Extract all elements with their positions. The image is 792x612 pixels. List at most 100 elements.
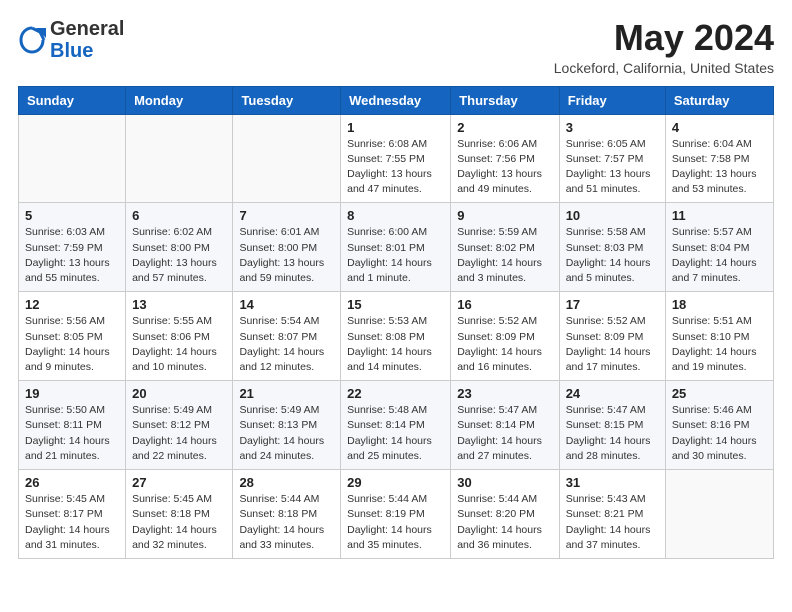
calendar-day-cell: 29 Sunrise: 5:44 AMSunset: 8:19 PMDayligh… — [341, 470, 451, 559]
day-number: 18 — [672, 297, 767, 312]
calendar-day-cell: 28 Sunrise: 5:44 AMSunset: 8:18 PMDayligh… — [233, 470, 341, 559]
day-number: 17 — [566, 297, 659, 312]
day-number: 4 — [672, 120, 767, 135]
day-info: Sunrise: 6:02 AMSunset: 8:00 PMDaylight:… — [132, 225, 226, 286]
calendar-day-cell: 18 Sunrise: 5:51 AMSunset: 8:10 PMDayligh… — [665, 292, 773, 381]
day-info: Sunrise: 6:00 AMSunset: 8:01 PMDaylight:… — [347, 225, 444, 286]
title-block: May 2024 Lockeford, California, United S… — [554, 18, 774, 76]
logo-blue: Blue — [50, 40, 93, 62]
day-number: 20 — [132, 386, 226, 401]
day-info: Sunrise: 5:51 AMSunset: 8:10 PMDaylight:… — [672, 314, 767, 375]
day-info: Sunrise: 6:08 AMSunset: 7:55 PMDaylight:… — [347, 137, 444, 198]
weekday-header: Thursday — [451, 86, 559, 114]
header: General Blue May 2024 Lockeford, Califor… — [18, 18, 774, 76]
calendar-day-cell — [233, 114, 341, 203]
calendar-day-cell: 8 Sunrise: 6:00 AMSunset: 8:01 PMDaylight… — [341, 203, 451, 292]
day-info: Sunrise: 6:01 AMSunset: 8:00 PMDaylight:… — [239, 225, 334, 286]
calendar-day-cell: 15 Sunrise: 5:53 AMSunset: 8:08 PMDayligh… — [341, 292, 451, 381]
day-info: Sunrise: 5:49 AMSunset: 8:12 PMDaylight:… — [132, 403, 226, 464]
day-number: 14 — [239, 297, 334, 312]
day-number: 16 — [457, 297, 552, 312]
day-info: Sunrise: 6:05 AMSunset: 7:57 PMDaylight:… — [566, 137, 659, 198]
day-info: Sunrise: 5:57 AMSunset: 8:04 PMDaylight:… — [672, 225, 767, 286]
day-number: 28 — [239, 475, 334, 490]
day-info: Sunrise: 5:43 AMSunset: 8:21 PMDaylight:… — [566, 492, 659, 553]
day-info: Sunrise: 5:44 AMSunset: 8:20 PMDaylight:… — [457, 492, 552, 553]
calendar-week-row: 12 Sunrise: 5:56 AMSunset: 8:05 PMDayligh… — [19, 292, 774, 381]
day-info: Sunrise: 5:46 AMSunset: 8:16 PMDaylight:… — [672, 403, 767, 464]
day-info: Sunrise: 5:45 AMSunset: 8:18 PMDaylight:… — [132, 492, 226, 553]
calendar-day-cell: 14 Sunrise: 5:54 AMSunset: 8:07 PMDayligh… — [233, 292, 341, 381]
day-number: 2 — [457, 120, 552, 135]
day-number: 23 — [457, 386, 552, 401]
weekday-header: Monday — [126, 86, 233, 114]
day-info: Sunrise: 5:48 AMSunset: 8:14 PMDaylight:… — [347, 403, 444, 464]
calendar-day-cell — [126, 114, 233, 203]
day-info: Sunrise: 5:56 AMSunset: 8:05 PMDaylight:… — [25, 314, 119, 375]
day-number: 22 — [347, 386, 444, 401]
day-info: Sunrise: 5:49 AMSunset: 8:13 PMDaylight:… — [239, 403, 334, 464]
calendar-day-cell: 3 Sunrise: 6:05 AMSunset: 7:57 PMDaylight… — [559, 114, 665, 203]
calendar-day-cell: 12 Sunrise: 5:56 AMSunset: 8:05 PMDayligh… — [19, 292, 126, 381]
day-info: Sunrise: 5:59 AMSunset: 8:02 PMDaylight:… — [457, 225, 552, 286]
day-info: Sunrise: 5:58 AMSunset: 8:03 PMDaylight:… — [566, 225, 659, 286]
day-info: Sunrise: 6:03 AMSunset: 7:59 PMDaylight:… — [25, 225, 119, 286]
calendar-day-cell: 23Sunrise: 5:47 AMSunset: 8:14 PMDayligh… — [451, 381, 559, 470]
logo-text: General Blue — [50, 18, 124, 62]
day-info: Sunrise: 5:44 AMSunset: 8:18 PMDaylight:… — [239, 492, 334, 553]
calendar-day-cell: 22 Sunrise: 5:48 AMSunset: 8:14 PMDayligh… — [341, 381, 451, 470]
day-info: Sunrise: 6:04 AMSunset: 7:58 PMDaylight:… — [672, 137, 767, 198]
logo-general: General — [50, 18, 124, 40]
calendar-header-row: SundayMondayTuesdayWednesdayThursdayFrid… — [19, 86, 774, 114]
page: General Blue May 2024 Lockeford, Califor… — [0, 0, 792, 577]
day-number: 3 — [566, 120, 659, 135]
day-number: 25 — [672, 386, 767, 401]
day-number: 19 — [25, 386, 119, 401]
day-number: 12 — [25, 297, 119, 312]
calendar-week-row: 19 Sunrise: 5:50 AMSunset: 8:11 PMDayligh… — [19, 381, 774, 470]
calendar-day-cell: 25 Sunrise: 5:46 AMSunset: 8:16 PMDayligh… — [665, 381, 773, 470]
day-info: Sunrise: 5:45 AMSunset: 8:17 PMDaylight:… — [25, 492, 119, 553]
day-info: Sunrise: 5:47 AMSunset: 8:15 PMDaylight:… — [566, 403, 659, 464]
calendar-week-row: 1 Sunrise: 6:08 AMSunset: 7:55 PMDaylight… — [19, 114, 774, 203]
calendar-day-cell — [19, 114, 126, 203]
day-info: Sunrise: 5:50 AMSunset: 8:11 PMDaylight:… — [25, 403, 119, 464]
day-number: 7 — [239, 208, 334, 223]
calendar-day-cell — [665, 470, 773, 559]
weekday-header: Tuesday — [233, 86, 341, 114]
weekday-header: Wednesday — [341, 86, 451, 114]
month-title: May 2024 — [554, 18, 774, 58]
calendar-day-cell: 24 Sunrise: 5:47 AMSunset: 8:15 PMDayligh… — [559, 381, 665, 470]
calendar-day-cell: 4 Sunrise: 6:04 AMSunset: 7:58 PMDaylight… — [665, 114, 773, 203]
day-number: 30 — [457, 475, 552, 490]
calendar-week-row: 26Sunrise: 5:45 AMSunset: 8:17 PMDayligh… — [19, 470, 774, 559]
day-number: 13 — [132, 297, 226, 312]
calendar-day-cell: 19 Sunrise: 5:50 AMSunset: 8:11 PMDayligh… — [19, 381, 126, 470]
day-info: Sunrise: 5:54 AMSunset: 8:07 PMDaylight:… — [239, 314, 334, 375]
day-info: Sunrise: 5:55 AMSunset: 8:06 PMDaylight:… — [132, 314, 226, 375]
calendar-day-cell: 9 Sunrise: 5:59 AMSunset: 8:02 PMDaylight… — [451, 203, 559, 292]
day-number: 27 — [132, 475, 226, 490]
day-number: 15 — [347, 297, 444, 312]
day-number: 8 — [347, 208, 444, 223]
calendar-table: SundayMondayTuesdayWednesdayThursdayFrid… — [18, 86, 774, 559]
day-info: Sunrise: 5:53 AMSunset: 8:08 PMDaylight:… — [347, 314, 444, 375]
calendar-day-cell: 27 Sunrise: 5:45 AMSunset: 8:18 PMDayligh… — [126, 470, 233, 559]
day-number: 10 — [566, 208, 659, 223]
day-info: Sunrise: 5:52 AMSunset: 8:09 PMDaylight:… — [566, 314, 659, 375]
weekday-header: Friday — [559, 86, 665, 114]
day-number: 11 — [672, 208, 767, 223]
day-number: 1 — [347, 120, 444, 135]
day-info: Sunrise: 5:44 AMSunset: 8:19 PMDaylight:… — [347, 492, 444, 553]
day-number: 24 — [566, 386, 659, 401]
calendar-day-cell: 10 Sunrise: 5:58 AMSunset: 8:03 PMDayligh… — [559, 203, 665, 292]
calendar-day-cell: 2 Sunrise: 6:06 AMSunset: 7:56 PMDaylight… — [451, 114, 559, 203]
calendar-day-cell: 13 Sunrise: 5:55 AMSunset: 8:06 PMDayligh… — [126, 292, 233, 381]
calendar-day-cell: 21Sunrise: 5:49 AMSunset: 8:13 PMDayligh… — [233, 381, 341, 470]
day-number: 29 — [347, 475, 444, 490]
day-number: 9 — [457, 208, 552, 223]
day-number: 6 — [132, 208, 226, 223]
calendar-day-cell: 6 Sunrise: 6:02 AMSunset: 8:00 PMDaylight… — [126, 203, 233, 292]
calendar-day-cell: 31Sunrise: 5:43 AMSunset: 8:21 PMDayligh… — [559, 470, 665, 559]
day-info: Sunrise: 6:06 AMSunset: 7:56 PMDaylight:… — [457, 137, 552, 198]
